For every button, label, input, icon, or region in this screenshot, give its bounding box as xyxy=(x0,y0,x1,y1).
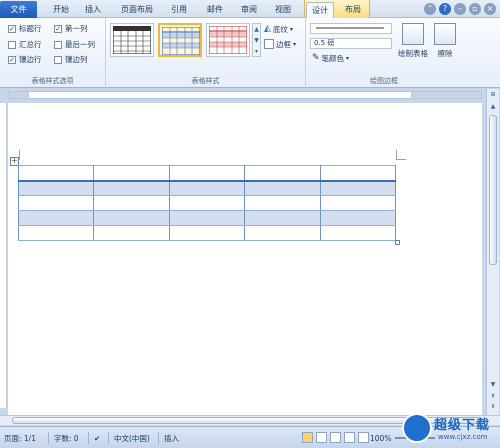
zoom-level[interactable]: 100% xyxy=(370,433,391,445)
chevron-up-icon[interactable]: ▲ xyxy=(253,24,260,35)
table-style-swatch-red[interactable] xyxy=(206,23,250,57)
option-total-row[interactable]: 汇总行 xyxy=(8,39,42,50)
group-label-table-styles: 表格样式 xyxy=(191,77,220,85)
minimize-ribbon-icon[interactable]: ⌃ xyxy=(424,3,436,15)
tab-page-layout[interactable]: 页面布局 xyxy=(116,2,158,18)
checkbox-banded-rows[interactable]: ✓ xyxy=(8,55,16,64)
status-divider xyxy=(48,432,49,444)
table-row xyxy=(17,210,397,226)
draw-table-icon xyxy=(402,23,424,45)
view-full-screen-icon[interactable] xyxy=(316,432,327,443)
option-last-column[interactable]: 最后一列 xyxy=(54,39,95,50)
table-styles-gallery-scroll[interactable]: ▲ ▼ ▾ xyxy=(252,23,261,57)
ruler-toggle-icon[interactable]: ⊞ xyxy=(489,91,497,99)
group-label-style-options: 表格样式选项 xyxy=(31,77,74,85)
status-divider xyxy=(158,432,159,444)
table-style-swatch-grid[interactable] xyxy=(110,23,154,57)
view-web-layout-icon[interactable] xyxy=(330,432,341,443)
table-row xyxy=(17,225,397,241)
table-style-preview-icon xyxy=(113,26,152,54)
checkbox-first-column[interactable]: ✓ xyxy=(54,24,62,33)
option-header-row[interactable]: ✓ 标题行 xyxy=(8,23,42,34)
table-style-preview-icon xyxy=(162,27,201,55)
line-weight-select[interactable]: 0.5 磅 xyxy=(310,38,392,49)
status-language[interactable]: 中文(中国) xyxy=(114,433,150,445)
site-watermark: 超级下载 www.cjxz.com xyxy=(400,411,498,447)
vertical-scrollbar[interactable]: ⊞ ▲ ▼ ⇞ ⇟ xyxy=(486,89,499,415)
checkbox-total-row[interactable] xyxy=(8,40,16,49)
status-insert-mode[interactable]: 插入 xyxy=(164,433,179,445)
chevron-down-icon[interactable]: ▼ xyxy=(253,35,260,46)
prev-page-icon[interactable]: ⇞ xyxy=(489,393,497,401)
watermark-text: 超级下载 xyxy=(434,418,491,433)
help-icon[interactable]: ? xyxy=(439,3,451,15)
tab-layout[interactable]: 布局 xyxy=(340,2,366,18)
table-style-swatch-blue-selected[interactable] xyxy=(158,23,202,57)
checkbox-banded-columns[interactable] xyxy=(54,55,62,64)
table-row xyxy=(17,180,397,196)
tab-file[interactable]: 文件 xyxy=(0,1,37,18)
option-first-column[interactable]: ✓ 第一列 xyxy=(54,23,88,34)
document-table[interactable] xyxy=(17,165,397,241)
paint-bucket-icon: ◭ xyxy=(264,24,271,34)
group-table-style-options: ✓ 标题行 ✓ 第一列 汇总行 最后一列 ✓ 镶边行 镶边列 表格样式选项 xyxy=(0,18,106,88)
eraser-icon xyxy=(434,23,456,45)
checkbox-header-row[interactable]: ✓ xyxy=(8,24,16,33)
status-divider xyxy=(108,432,109,444)
dropdown-arrow-icon: ▾ xyxy=(289,25,293,33)
restore-icon[interactable]: ▫ xyxy=(469,3,481,15)
window-help-icons: ⌃ ? – ▫ × xyxy=(424,3,496,15)
vertical-scroll-thumb[interactable] xyxy=(489,115,497,265)
table-resize-handle[interactable] xyxy=(395,240,400,245)
tab-view[interactable]: 视图 xyxy=(270,2,296,18)
download-logo-icon xyxy=(402,413,432,443)
eraser-button[interactable]: 擦除 xyxy=(426,23,464,71)
tab-review[interactable]: 审阅 xyxy=(236,2,262,18)
next-page-icon[interactable]: ⇟ xyxy=(489,403,497,411)
table-style-preview-icon xyxy=(209,26,248,54)
group-draw-borders: 0.5 磅 ✎ 笔颜色 ▾ 绘制表格 擦除 绘图边框 xyxy=(306,18,462,88)
vertical-ruler[interactable] xyxy=(0,103,7,408)
pen-color-button[interactable]: ✎ 笔颜色 ▾ xyxy=(312,52,349,64)
status-page[interactable]: 页面: 1/1 xyxy=(4,433,36,445)
view-draft-icon[interactable] xyxy=(358,432,369,443)
ribbon-tab-bar: 文件 开始 插入 页面布局 引用 邮件 审阅 视图 设计 布局 ⌃ ? – ▫ … xyxy=(0,0,500,18)
scroll-down-icon[interactable]: ▼ xyxy=(489,381,497,389)
dropdown-arrow-icon: ▾ xyxy=(293,40,297,48)
option-banded-columns[interactable]: 镶边列 xyxy=(54,54,88,65)
document-page[interactable] xyxy=(8,103,482,415)
gallery-more-icon[interactable]: ▾ xyxy=(253,46,260,57)
checkbox-last-column[interactable] xyxy=(54,40,62,49)
ribbon: ✓ 标题行 ✓ 第一列 汇总行 最后一列 ✓ 镶边行 镶边列 表格样式选项 ▲ … xyxy=(0,18,500,88)
option-banded-rows[interactable]: ✓ 镶边行 xyxy=(8,54,42,65)
borders-icon xyxy=(264,39,274,49)
scroll-up-icon[interactable]: ▲ xyxy=(489,103,497,111)
borders-button[interactable]: 边框 ▾ xyxy=(264,38,296,50)
tab-home[interactable]: 开始 xyxy=(48,2,74,18)
close-icon[interactable]: × xyxy=(484,3,496,15)
table-row xyxy=(17,195,397,211)
horizontal-ruler[interactable] xyxy=(8,91,482,99)
watermark-url: www.cjxz.com xyxy=(438,433,488,441)
proofing-icon[interactable]: ✔ xyxy=(94,433,100,445)
tab-mailings[interactable]: 邮件 xyxy=(202,2,228,18)
ribbon-min-icon[interactable]: – xyxy=(454,3,466,15)
tab-references[interactable]: 引用 xyxy=(166,2,192,18)
crop-mark-right xyxy=(396,150,406,160)
pen-icon: ✎ xyxy=(312,53,320,63)
tab-insert[interactable]: 插入 xyxy=(80,2,106,18)
view-print-layout-icon[interactable] xyxy=(302,432,313,443)
shading-button[interactable]: ◭ 底纹 ▾ xyxy=(264,23,293,35)
tab-design[interactable]: 设计 xyxy=(306,2,334,18)
group-label-draw-borders: 绘图边框 xyxy=(370,77,398,85)
dropdown-arrow-icon: ▾ xyxy=(346,54,350,62)
line-style-preview-icon xyxy=(316,27,384,29)
group-table-styles: ▲ ▼ ▾ ◭ 底纹 ▾ 边框 ▾ 表格样式 xyxy=(106,18,306,88)
view-outline-icon[interactable] xyxy=(344,432,355,443)
table-row xyxy=(17,165,397,182)
status-divider xyxy=(88,432,89,444)
status-word-count[interactable]: 字数: 0 xyxy=(54,433,79,445)
line-style-select[interactable] xyxy=(310,23,392,34)
